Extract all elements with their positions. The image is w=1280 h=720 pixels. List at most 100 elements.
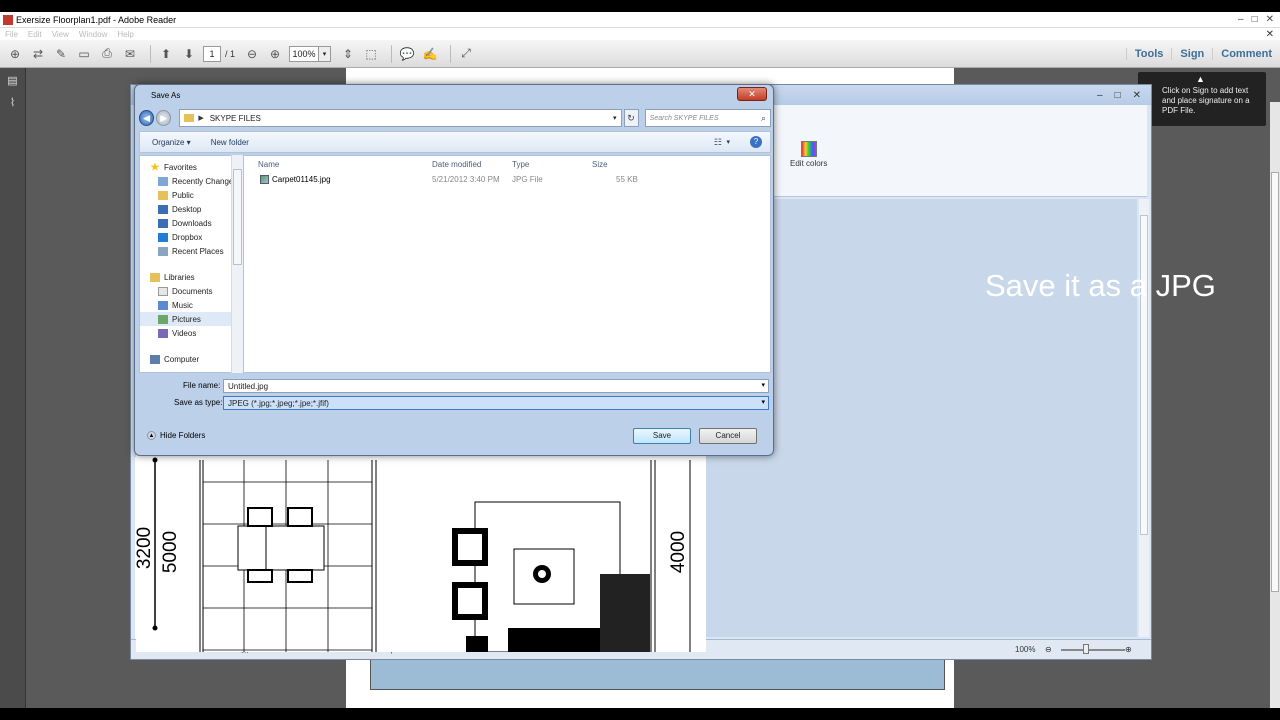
libraries-icon xyxy=(150,272,160,282)
zoom-in-icon[interactable]: ⊕ xyxy=(266,45,284,63)
menu-help[interactable]: Help xyxy=(112,30,138,39)
paint-scrollbar[interactable] xyxy=(1139,199,1149,637)
pages-panel-icon[interactable]: ▤ xyxy=(6,74,20,88)
tooltip-arrow-icon: ▲ xyxy=(1196,74,1205,84)
view-options-icon[interactable]: ☷ xyxy=(714,137,722,148)
comment-icon[interactable]: 💬 xyxy=(398,45,416,63)
print-icon[interactable]: ⎙ xyxy=(98,45,116,63)
column-name[interactable]: Name xyxy=(258,156,279,172)
maximize-icon[interactable]: □ xyxy=(1252,14,1258,25)
pdf-app-icon xyxy=(3,14,13,25)
cancel-button[interactable]: Cancel xyxy=(699,428,757,444)
document-scrollbar[interactable] xyxy=(1270,102,1280,708)
edit-pdf-icon[interactable]: ✎ xyxy=(52,45,70,63)
organize-button[interactable]: Organize ▾ xyxy=(140,138,203,147)
close-icon[interactable]: ✕ xyxy=(1266,14,1274,25)
paint-zoom-in-icon[interactable]: ⊕ xyxy=(1125,645,1132,654)
nav-downloads[interactable]: Downloads xyxy=(140,216,243,230)
paint-minimize-icon[interactable]: – xyxy=(1097,90,1103,101)
edit-colors-label: Edit colors xyxy=(790,159,828,168)
zoom-dropdown-icon[interactable]: ▾ xyxy=(319,45,332,62)
save-as-type-dropdown-icon[interactable]: ▾ xyxy=(761,398,765,406)
nav-dropbox[interactable]: Dropbox xyxy=(140,230,243,244)
filename-row: File name: Untitled.jpg ▾ Save as type: … xyxy=(139,377,771,410)
highlight-icon[interactable]: ✍ xyxy=(421,45,439,63)
minimize-icon[interactable]: – xyxy=(1238,14,1244,25)
nav-desktop[interactable]: Desktop xyxy=(140,202,243,216)
color-palette-icon xyxy=(800,141,817,157)
fit-width-icon[interactable]: ⬚ xyxy=(362,45,380,63)
view-dropdown-icon[interactable]: ▾ xyxy=(726,138,730,146)
nav-favorites[interactable]: Favorites xyxy=(140,160,243,174)
zoom-input[interactable]: 100% xyxy=(289,45,320,62)
breadcrumb-arrow-icon[interactable]: ▶ xyxy=(198,114,203,122)
nav-documents[interactable]: Documents xyxy=(140,284,243,298)
sign-link[interactable]: Sign xyxy=(1171,48,1212,60)
documents-icon xyxy=(158,286,168,296)
nav-libraries[interactable]: Libraries xyxy=(140,270,243,284)
file-name-input[interactable]: Untitled.jpg ▾ xyxy=(223,379,769,393)
new-folder-button[interactable]: New folder xyxy=(203,138,257,147)
close-document-icon[interactable]: ✕ xyxy=(1261,29,1280,40)
save-button[interactable]: Save xyxy=(633,428,691,444)
nav-pictures[interactable]: Pictures xyxy=(140,312,243,326)
dialog-title: Save As xyxy=(151,91,181,100)
paint-zoom-out-icon[interactable]: ⊖ xyxy=(1045,645,1052,654)
address-dropdown-icon[interactable]: ▾ xyxy=(613,114,617,122)
file-name-dropdown-icon[interactable]: ▾ xyxy=(761,381,765,389)
screen: Exersize Floorplan1.pdf - Adobe Reader –… xyxy=(0,12,1280,708)
fit-page-icon[interactable]: ⇕ xyxy=(339,45,357,63)
file-row[interactable]: Carpet01145.jpg 5/21/2012 3:40 PM JPG Fi… xyxy=(248,172,768,188)
column-type[interactable]: Type xyxy=(512,156,529,172)
refresh-icon[interactable]: ↻ xyxy=(623,109,639,127)
menu-window[interactable]: Window xyxy=(74,30,112,39)
prev-page-icon[interactable]: ⬆ xyxy=(157,45,175,63)
sign-tooltip-text: Click on Sign to add text and place sign… xyxy=(1162,86,1250,115)
expand-icon[interactable]: ⤢ xyxy=(457,45,475,63)
paint-zoom-thumb[interactable] xyxy=(1083,644,1089,654)
nav-public[interactable]: Public xyxy=(140,188,243,202)
navigation-pane: Favorites Recently Change Public Desktop… xyxy=(139,155,243,373)
search-icon[interactable]: ⌕ xyxy=(761,113,766,124)
menu-view[interactable]: View xyxy=(47,30,74,39)
forward-icon[interactable]: ▶ xyxy=(156,110,172,126)
column-size[interactable]: Size xyxy=(592,156,608,172)
dimension-4000: 4000 xyxy=(668,531,689,573)
breadcrumb-path[interactable]: SKYPE FILES xyxy=(210,114,261,123)
paint-zoom-slider[interactable] xyxy=(1061,649,1125,651)
menu-file[interactable]: File xyxy=(0,30,23,39)
nav-recently-changed[interactable]: Recently Change xyxy=(140,174,243,188)
search-input[interactable]: Search SKYPE FILES ⌕ xyxy=(644,109,771,127)
page-number-input[interactable]: 1 xyxy=(203,45,221,62)
navigation-scrollbar[interactable] xyxy=(231,155,243,373)
reader-toolbar: ⊕ ⇄ ✎ ▭ ⎙ ✉ ⬆ ⬇ 1 / 1 ⊖ ⊕ 100% ▾ ⇕ ⬚ 💬 ✍… xyxy=(0,40,1280,68)
help-icon[interactable]: ? xyxy=(750,136,762,148)
nav-computer[interactable]: Computer xyxy=(140,352,243,366)
comment-link[interactable]: Comment xyxy=(1212,48,1280,60)
back-icon[interactable]: ◀ xyxy=(139,110,155,126)
create-pdf-icon[interactable]: ⊕ xyxy=(6,45,24,63)
zoom-out-icon[interactable]: ⊖ xyxy=(243,45,261,63)
file-name-label: File name: xyxy=(183,381,221,390)
next-page-icon[interactable]: ⬇ xyxy=(180,45,198,63)
address-bar[interactable]: ▶ SKYPE FILES ▾ xyxy=(179,109,622,127)
tools-link[interactable]: Tools xyxy=(1125,48,1172,60)
menu-edit[interactable]: Edit xyxy=(23,30,47,39)
edit-colors-button[interactable]: Edit colors xyxy=(790,141,827,168)
jpg-file-icon xyxy=(260,175,269,184)
paint-close-icon[interactable]: ✕ xyxy=(1133,90,1141,101)
nav-videos[interactable]: Videos xyxy=(140,326,243,340)
save-as-type-select[interactable]: JPEG (*.jpg;*.jpeg;*.jpe;*.jfif) ▾ xyxy=(223,396,769,410)
column-date-modified[interactable]: Date modified xyxy=(432,156,481,172)
toolbar-divider-2 xyxy=(391,44,393,63)
email-icon[interactable]: ✉ xyxy=(121,45,139,63)
nav-recent-places[interactable]: Recent Places xyxy=(140,244,243,258)
paint-zoom-level: 100% xyxy=(1015,645,1036,654)
nav-music[interactable]: Music xyxy=(140,298,243,312)
dialog-close-icon[interactable]: ✕ xyxy=(737,87,767,101)
paint-maximize-icon[interactable]: □ xyxy=(1115,90,1121,101)
hide-folders-button[interactable]: ▲ Hide Folders xyxy=(147,431,205,440)
attachments-icon[interactable]: ⌇ xyxy=(6,96,20,110)
save-icon[interactable]: ▭ xyxy=(75,45,93,63)
convert-icon[interactable]: ⇄ xyxy=(29,45,47,63)
